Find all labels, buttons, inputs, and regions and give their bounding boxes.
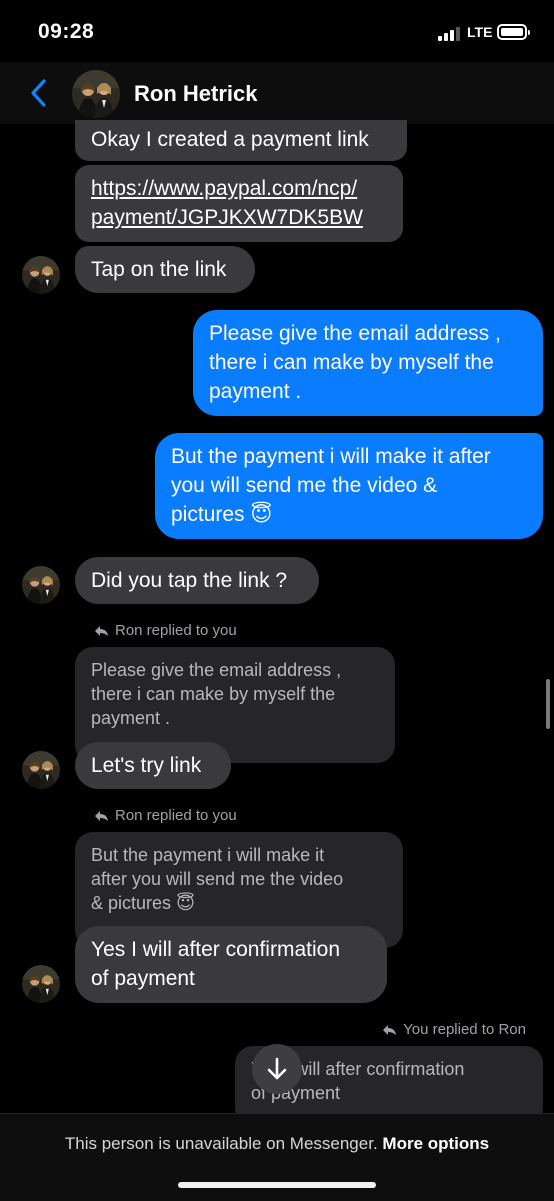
sender-avatar[interactable] <box>22 965 60 1003</box>
contact-avatar[interactable] <box>72 70 120 118</box>
sender-avatar[interactable] <box>22 256 60 294</box>
arrow-down-icon <box>267 1057 287 1080</box>
smiling-halo-emoji: 😇 <box>250 503 273 526</box>
quoted-text: payment . <box>91 708 171 728</box>
scrollbar[interactable] <box>546 679 550 729</box>
scroll-to-bottom-button[interactable] <box>252 1044 302 1094</box>
reply-context-label: Ron replied to you <box>94 622 237 639</box>
quoted-text: But the payment i will make it <box>91 845 325 865</box>
network-type: LTE <box>467 24 493 40</box>
message-text: Tap on the link <box>91 258 227 281</box>
message-text: Yes I will after confirmation <box>91 938 340 961</box>
message-bubble-incoming[interactable]: Did you tap the link ? <box>75 557 319 604</box>
message-text: pictures <box>171 503 245 526</box>
signal-icon <box>438 27 460 41</box>
message-text: But the payment i will make it after <box>171 445 491 468</box>
back-arrow-icon[interactable] <box>28 78 50 108</box>
smiling-halo-emoji: 😇 <box>176 893 195 913</box>
unavailable-notice: This person is unavailable on Messenger.… <box>0 1134 554 1154</box>
reply-arrow-icon <box>383 1024 397 1035</box>
status-time: 09:28 <box>38 20 95 43</box>
reply-arrow-icon <box>95 810 108 821</box>
message-text: there i can make by myself the <box>209 351 494 374</box>
message-text: Let's try link <box>91 754 202 777</box>
message-text: payment . <box>209 380 302 403</box>
quoted-text: Please give the email address , <box>91 660 342 680</box>
message-bubble-incoming[interactable]: Tap on the link <box>75 246 255 293</box>
notice-text: This person is unavailable on Messenger. <box>64 1134 378 1153</box>
reply-arrow-icon <box>95 625 108 636</box>
message-text: Please give the email address , <box>209 322 501 345</box>
contact-name[interactable]: Ron Hetrick <box>134 81 257 107</box>
message-bubble-incoming[interactable]: Let's try link <box>75 742 231 789</box>
quoted-text: there i can make by myself the <box>91 684 336 704</box>
payment-link-line1[interactable]: https://www.paypal.com/ncp/ <box>91 174 387 203</box>
quoted-text: & pictures <box>91 893 172 913</box>
payment-link-line2[interactable]: payment/JGPJKXW7DK5BW <box>91 203 387 232</box>
message-bubble-link[interactable]: https://www.paypal.com/ncp/ payment/JGPJ… <box>75 165 403 242</box>
message-text: you will send me the video & <box>171 474 438 497</box>
quoted-text: after you will send me the video <box>91 869 344 889</box>
message-text: of payment <box>91 967 195 990</box>
reply-context-label: Ron replied to you <box>94 807 237 824</box>
reply-context-label: You replied to Ron <box>382 1021 526 1038</box>
more-options-link[interactable]: More options <box>382 1134 489 1153</box>
message-text: Did you tap the link ? <box>91 569 288 592</box>
message-bubble-outgoing[interactable]: Please give the email address , there i … <box>193 310 543 416</box>
message-bubble-incoming[interactable]: Yes I will after confirmation of payment <box>75 926 387 1003</box>
battery-icon <box>497 24 530 40</box>
sender-avatar[interactable] <box>22 566 60 604</box>
message-text: Okay I created a payment link <box>91 128 369 151</box>
home-indicator <box>178 1182 376 1188</box>
message-bubble-outgoing[interactable]: But the payment i will make it after you… <box>155 433 543 539</box>
message-bubble-incoming[interactable]: Okay I created a payment link <box>75 120 407 161</box>
sender-avatar[interactable] <box>22 751 60 789</box>
